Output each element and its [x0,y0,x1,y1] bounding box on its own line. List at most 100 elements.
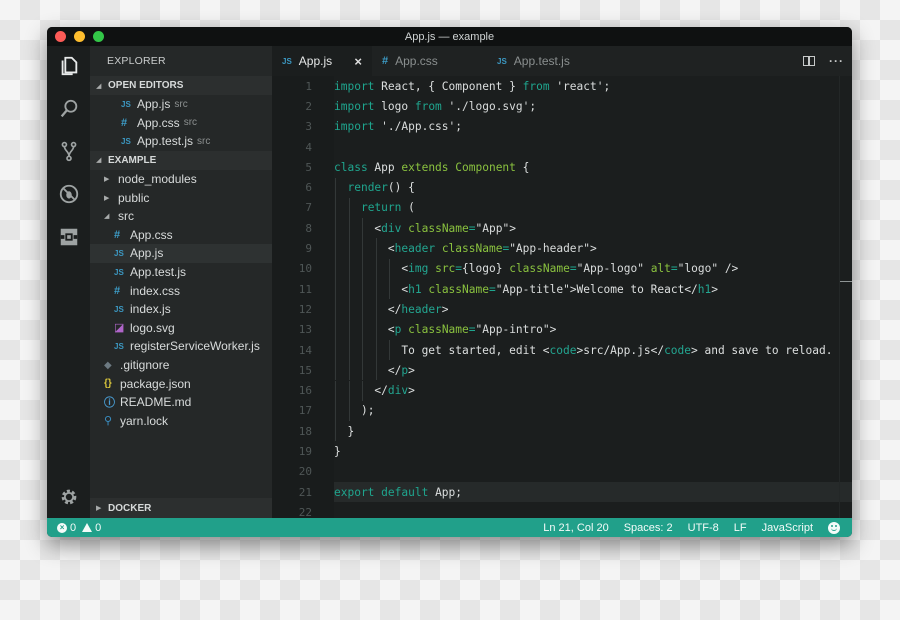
folder-item[interactable]: ▶ public [90,188,272,207]
code-line: 5 class App extends Component { [272,157,852,177]
code-token: = [468,323,476,337]
tab-app-js[interactable]: JS App.js × [272,46,372,76]
open-editor-item[interactable]: JS App.js src [90,95,272,114]
yarn-file-icon: ⚲ [104,415,113,428]
code-editor[interactable]: 1 import React, { Component } from 'react… [272,76,852,519]
line-ending[interactable]: LF [734,522,747,534]
open-editor-item[interactable]: JS App.test.js src [90,132,272,151]
code-line: 19} [272,441,852,461]
file-item[interactable]: ◆ .gitignore [90,356,272,375]
maximize-window-button[interactable] [93,31,104,42]
file-item[interactable]: ◪ logo.svg [90,319,272,338]
cursor-position[interactable]: Ln 21, Col 20 [543,522,608,534]
line-number: 10 [298,262,312,276]
code-line: 15 </p > [272,360,852,381]
code-token: </ [387,302,402,316]
git-branch-icon[interactable] [57,139,81,163]
tab-app-css[interactable]: # App.css [372,46,487,76]
indent-guide [375,360,377,381]
file-item[interactable]: # App.css [90,226,272,245]
project-section[interactable]: ◢ EXAMPLE [90,150,272,170]
scrollbar-thumb[interactable] [840,281,852,282]
minimize-window-button[interactable] [74,31,85,42]
code-token: = [670,262,678,276]
code-line: 12 </header > [272,299,852,320]
file-item[interactable]: ⚲ yarn.lock [90,412,272,431]
line-content: < img src = {logo} className = "App-logo" alt… [334,258,852,279]
chevron-down-icon: ◢ [104,213,110,221]
tab-app-test-js[interactable]: JS App.test.js [487,46,597,76]
file-name: README.md [120,395,192,410]
file-path-hint: src [174,98,188,110]
indent-guide [375,238,377,259]
line-number: 13 [298,323,312,337]
indent-guide [375,299,377,320]
file-name: App.css [137,115,180,130]
code-token: </ [374,384,388,398]
file-item[interactable]: JS App.js [90,244,272,263]
file-item[interactable]: JS index.js [90,300,272,319]
code-line: 4 [272,137,852,157]
indentation[interactable]: Spaces: 2 [624,522,673,534]
file-item[interactable]: JS App.test.js [90,263,272,282]
file-item[interactable]: {} package.json [90,374,272,393]
line-number: 20 [298,465,312,479]
gear-icon[interactable] [57,485,81,509]
file-item[interactable]: # index.css [90,281,272,300]
language-mode[interactable]: JavaScript [762,522,813,534]
indent-guide [362,258,363,279]
code-token: src [435,262,456,276]
svg-file-icon: ◪ [114,322,125,335]
line-number: 3 [305,120,312,134]
file-item[interactable]: JS registerServiceWorker.js [90,337,272,356]
code-token: } [334,445,341,459]
code-line: 16 </div > [272,380,852,401]
file-name: App.test.js [137,134,194,149]
search-icon[interactable] [57,97,81,121]
problems-indicator[interactable]: × 0 0 [47,522,101,534]
close-icon[interactable]: × [354,54,362,69]
open-editors-section[interactable]: ◢ OPEN EDITORS [90,76,272,95]
indent-guide [348,360,350,381]
no-bug-icon[interactable] [57,182,81,206]
code-token: > [509,221,516,235]
warning-count: 0 [95,521,102,534]
file-name: yarn.lock [120,413,169,428]
encoding[interactable]: UTF-8 [688,522,719,534]
close-window-button[interactable] [55,31,66,42]
code-token: from [414,99,442,113]
warning-icon [82,523,93,532]
code-token: "logo" [677,262,719,276]
folder-item[interactable]: ▶ node_modules [90,170,272,189]
code-line: 2 import logo from './logo.svg'; [272,96,852,116]
overview-ruler [839,76,840,518]
folder-item[interactable]: ◢ src [90,207,272,226]
open-editor-item[interactable]: # App.css src [90,114,272,133]
file-name: package.json [120,376,191,391]
docker-section[interactable]: ▶ DOCKER [90,498,272,518]
line-content: class App extends Component { [334,157,852,177]
file-item[interactable]: ⓘ README.md [90,393,272,412]
code-token: import [334,79,375,93]
extensions-icon[interactable] [57,225,81,249]
line-number: 12 [298,302,312,316]
code-token: './App.css' [381,120,456,134]
code-token: > [408,363,415,377]
status-bar: × 0 0 Ln 21, Col 20 Spaces: 2 UTF-8 LF Ja… [47,518,852,537]
line-content: return ( [334,197,852,219]
smiley-icon[interactable] [828,521,840,534]
split-editor-icon[interactable] [803,56,815,66]
section-label: EXAMPLE [108,154,157,166]
line-content: < header className = "App-header" > [334,238,852,259]
indent-guide [375,279,377,300]
more-actions-icon[interactable]: ··· [829,54,844,68]
files-icon[interactable] [57,54,81,78]
line-content: export default App; [334,482,852,503]
code-line: 18 } [272,421,852,442]
code-token: default [381,485,429,499]
